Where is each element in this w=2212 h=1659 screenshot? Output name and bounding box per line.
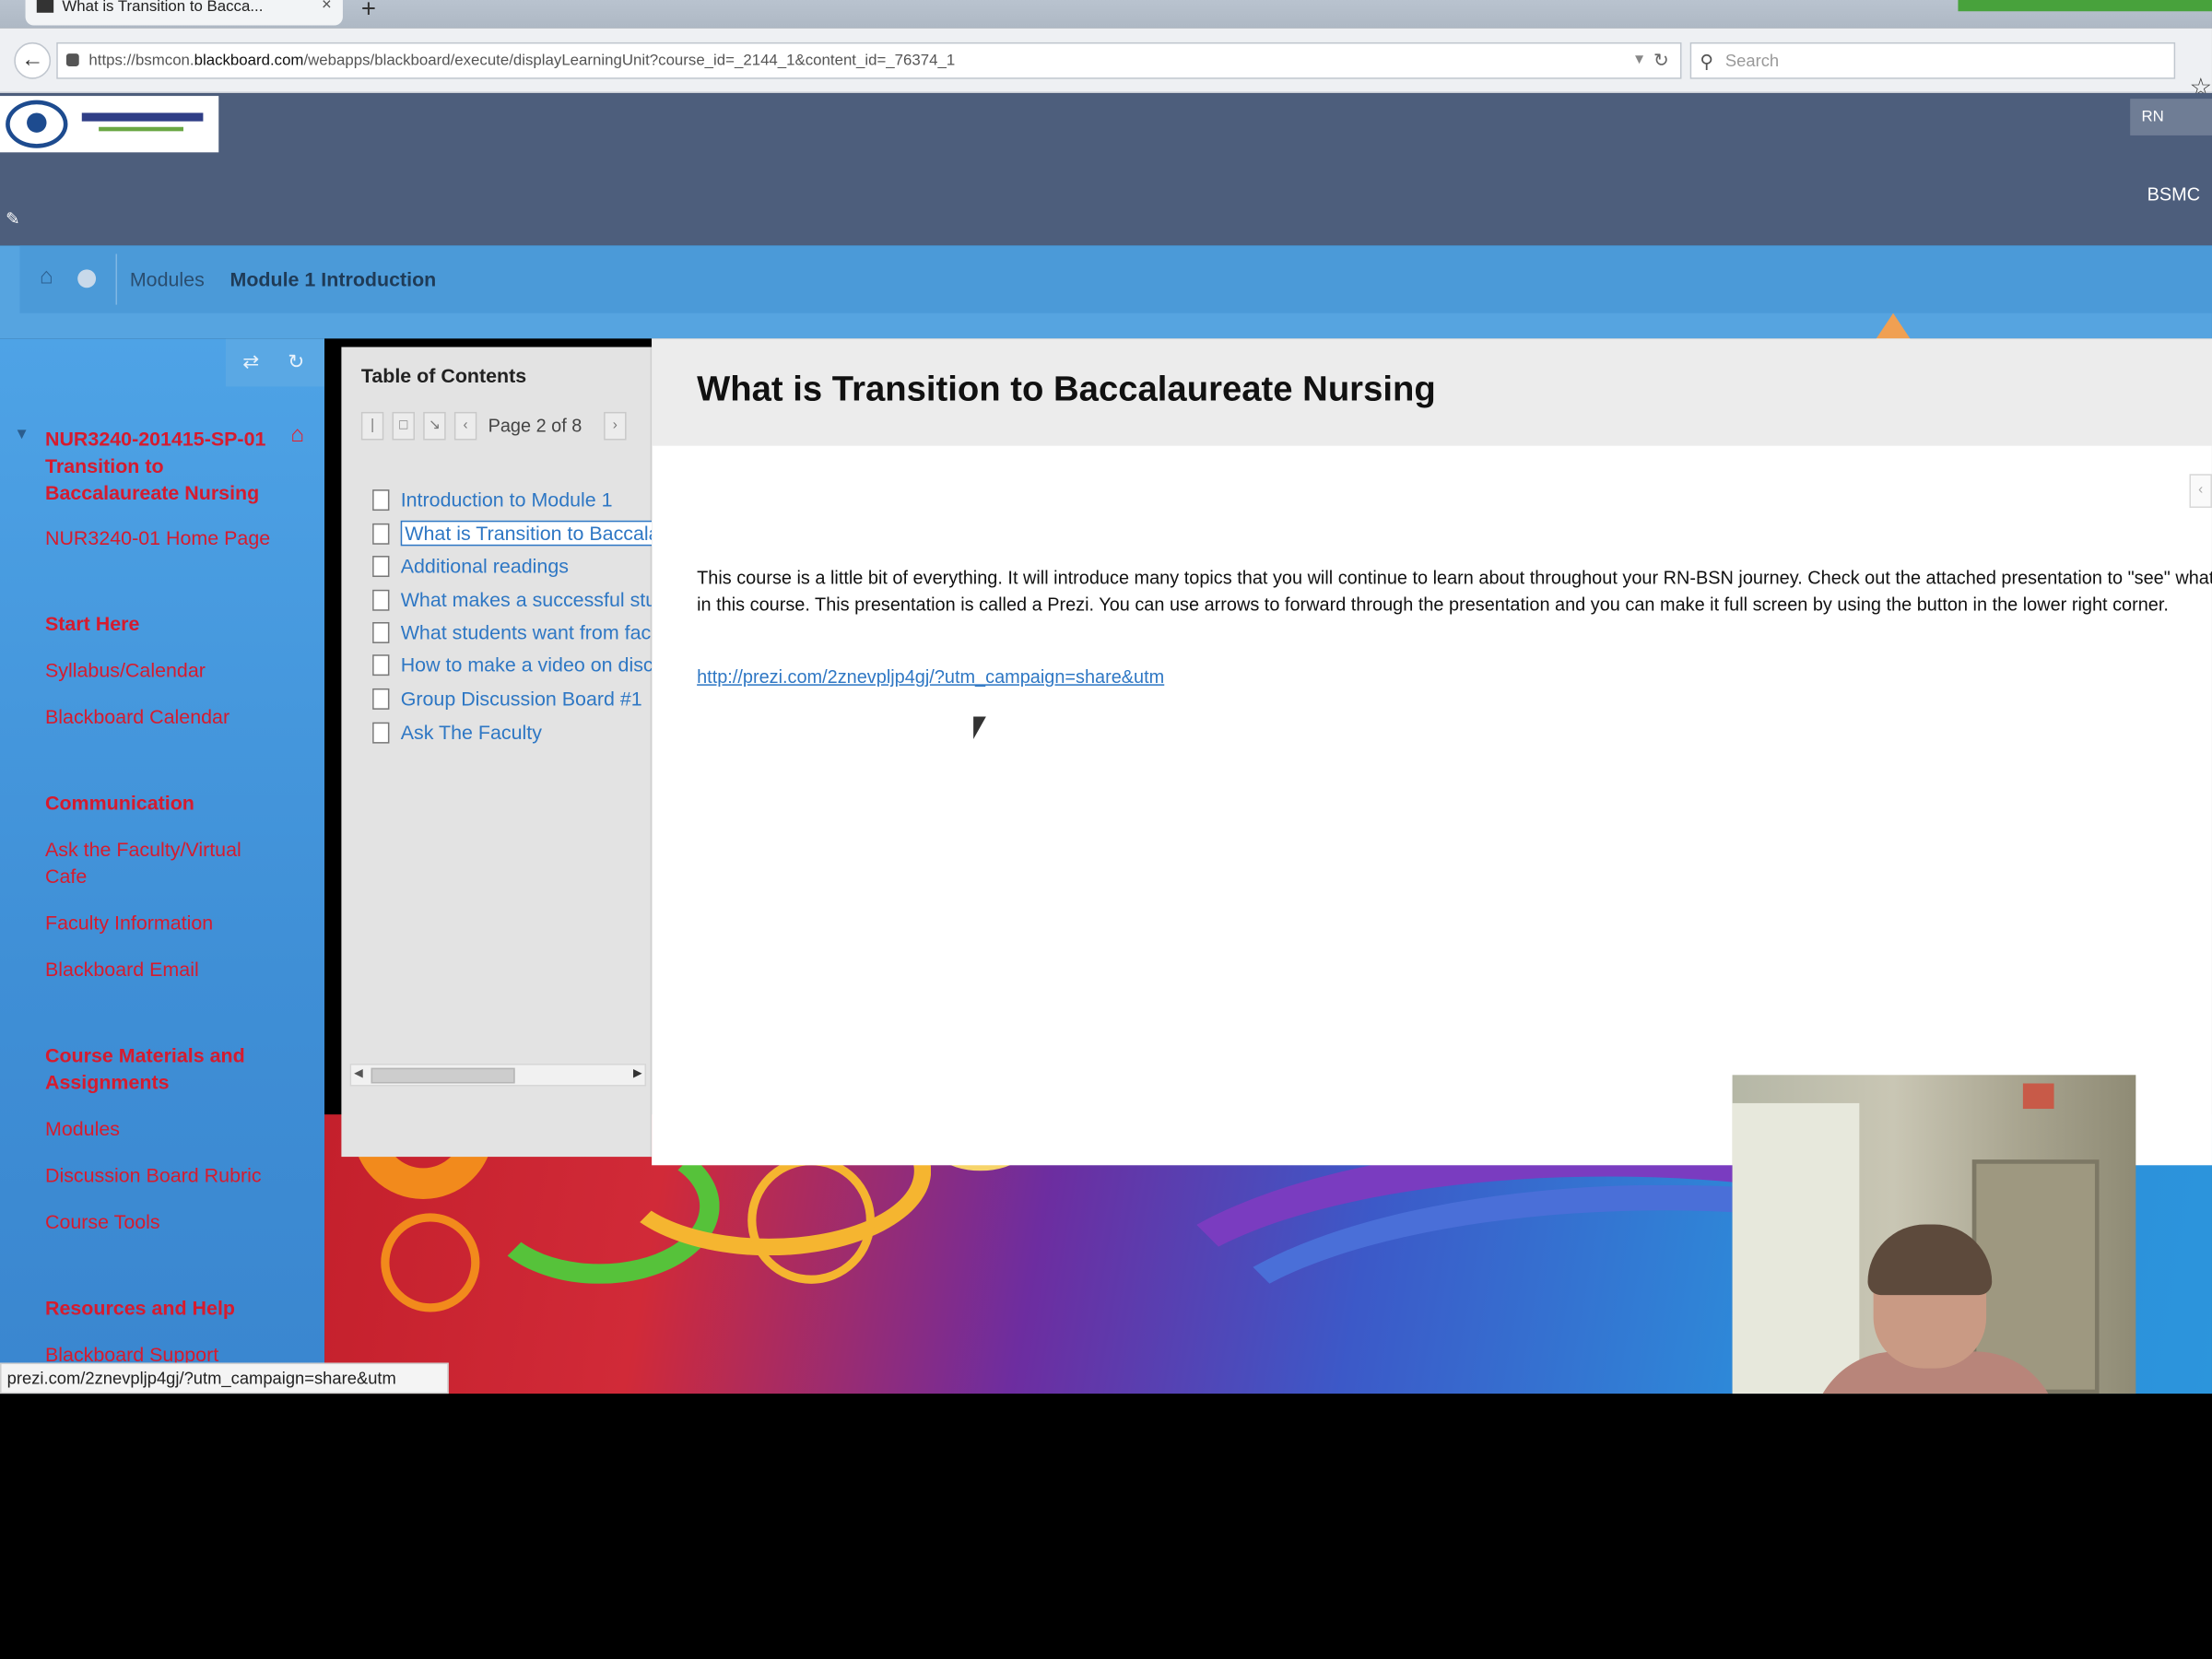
table-of-contents: Table of Contents | □ ↘ ‹ Page 2 of 8 › …	[341, 347, 653, 1158]
toc-item[interactable]: What students want from faculty	[372, 618, 652, 646]
url-path: /webapps/blackboard/execute/displayLearn…	[303, 52, 956, 69]
sidebar-item-syllabus[interactable]: Syllabus/Calendar	[45, 657, 278, 684]
refresh-icon[interactable]: ↻	[288, 350, 304, 374]
course-menu: ⇄ ↻ ▼ NUR3240-201415-SP-01 Transition to…	[0, 338, 325, 1394]
page-indicator: Page 2 of 8	[488, 414, 582, 436]
document-icon	[372, 654, 390, 677]
next-page-icon[interactable]: ›	[604, 411, 627, 441]
document-icon	[372, 489, 390, 512]
sidebar-item-modules[interactable]: Modules	[45, 1116, 278, 1143]
toc-item-current[interactable]: What is Transition to Baccalaureate Nurs…	[372, 519, 653, 547]
back-button[interactable]: ←	[14, 41, 52, 79]
breadcrumb-current: Module 1 Introduction	[229, 267, 437, 291]
sidebar-heading-course-materials[interactable]: Course Materials and Assignments	[45, 1042, 278, 1096]
document-icon	[372, 523, 390, 545]
browser-nav-bar: ← https://bsmcon.blackboard.com/webapps/…	[0, 28, 2212, 101]
blackboard-favicon-icon	[36, 0, 54, 13]
collapse-course-icon[interactable]: ▼	[14, 426, 29, 442]
previous-page-icon[interactable]: ‹	[453, 411, 477, 441]
scrollbar-thumb[interactable]	[371, 1067, 515, 1084]
letterbox-bar	[0, 1394, 2212, 1659]
url-domain: blackboard.com	[194, 52, 304, 69]
decorative-arrow	[1876, 312, 1911, 339]
document-icon	[372, 589, 390, 611]
sidebar-item-ask-faculty[interactable]: Ask the Faculty/Virtual Cafe	[45, 837, 278, 890]
browser-tab-title: What is Transition to Bacca...	[62, 0, 264, 16]
toc-horizontal-scrollbar[interactable]: ◀ ▶	[349, 1064, 647, 1087]
status-bar: prezi.com/2znevpljp4gj/?utm_campaign=sha…	[0, 1362, 449, 1394]
edit-mode-icon[interactable]: ✎	[6, 209, 19, 229]
course-menu-tools: ⇄ ↻	[225, 338, 325, 387]
sidebar-item-faculty-info[interactable]: Faculty Information	[45, 910, 278, 936]
sidebar-item-calendar[interactable]: Blackboard Calendar	[45, 704, 278, 731]
sidebar-heading-resources[interactable]: Resources and Help	[45, 1295, 278, 1322]
address-bar[interactable]: https://bsmcon.blackboard.com/webapps/bl…	[56, 41, 1682, 79]
content-body-text: This course is a little bit of everythin…	[697, 567, 2212, 616]
first-page-icon[interactable]: |	[360, 411, 384, 441]
reload-icon[interactable]: ↻	[1653, 43, 1669, 77]
display-options-icon[interactable]: ⇄	[242, 350, 259, 374]
content-header: What is Transition to Baccalaureate Nurs…	[652, 338, 2212, 446]
browser-tab[interactable]: What is Transition to Bacca... ×	[25, 0, 343, 26]
toc-toggle-icon[interactable]: □	[392, 411, 415, 441]
sidebar-item-email[interactable]: Blackboard Email	[45, 957, 278, 983]
collapse-panel-icon[interactable]: ‹	[2189, 474, 2212, 509]
header-tab[interactable]: RN	[2130, 99, 2212, 135]
menu-toggle-icon[interactable]	[77, 269, 97, 288]
sidebar-heading-communication[interactable]: Communication	[45, 790, 278, 817]
breadcrumb-modules[interactable]: Modules	[130, 268, 205, 290]
prezi-link[interactable]: http://prezi.com/2znevpljp4gj/?utm_campa…	[697, 665, 1164, 687]
toc-title: Table of Contents	[360, 363, 527, 387]
breadcrumb-bar: ⌂ Modules Module 1 Introduction	[0, 245, 2212, 339]
search-icon: ⚲	[1700, 51, 1713, 73]
sidebar-item-rubric[interactable]: Discussion Board Rubric	[45, 1162, 278, 1189]
home-icon[interactable]: ⌂	[40, 265, 53, 291]
url-dropdown-icon[interactable]: ▼	[1632, 43, 1646, 77]
course-home-icon[interactable]: ⌂	[290, 423, 304, 449]
close-tab-icon[interactable]: ×	[322, 0, 332, 13]
browser-tab-bar: What is Transition to Bacca... × +	[0, 0, 2212, 29]
toc-item[interactable]: Group Discussion Board #1	[372, 684, 652, 712]
new-tab-button[interactable]: +	[361, 0, 376, 24]
toc-expand-icon[interactable]: ↘	[423, 411, 446, 441]
institution-logo[interactable]	[0, 96, 219, 153]
document-icon	[372, 722, 390, 744]
screen: What is Transition to Bacca... × + ← htt…	[0, 0, 2212, 1659]
sidebar-item-course-tools[interactable]: Course Tools	[45, 1209, 278, 1236]
toc-item[interactable]: Ask The Faculty	[372, 718, 652, 747]
recording-indicator	[1958, 0, 2212, 12]
document-icon	[372, 688, 390, 710]
document-icon	[372, 621, 390, 643]
toc-item[interactable]: What makes a successful student	[372, 585, 652, 614]
toc-pager: | □ ↘ ‹ Page 2 of 8 ›	[360, 411, 643, 443]
content-area: What is Transition to Baccalaureate Nurs…	[652, 338, 2212, 1166]
search-input[interactable]: ⚲ Search	[1689, 41, 2176, 79]
page-title: What is Transition to Baccalaureate Nurs…	[697, 370, 1436, 409]
toc-item[interactable]: Additional readings	[372, 551, 652, 580]
document-icon	[372, 556, 390, 578]
sidebar-heading-start-here[interactable]: Start Here	[45, 611, 278, 638]
webcam-overlay	[1732, 1075, 2136, 1394]
scroll-left-icon[interactable]: ◀	[354, 1066, 362, 1079]
course-title[interactable]: NUR3240-201415-SP-01 Transition to Bacca…	[45, 426, 278, 506]
scroll-right-icon[interactable]: ▶	[633, 1066, 641, 1079]
toc-item[interactable]: Introduction to Module 1	[372, 486, 652, 514]
toc-item[interactable]: How to make a video on discussion board	[372, 651, 652, 679]
lock-icon	[65, 53, 79, 66]
header-tab-label: RN	[2141, 108, 2164, 126]
seal-icon	[6, 100, 68, 148]
site-header: RN BSMC ✎	[0, 93, 2212, 246]
org-label: BSMC	[2147, 182, 2201, 205]
sidebar-item-home-page[interactable]: NUR3240-01 Home Page	[45, 524, 278, 551]
url-prefix: https://bsmcon.	[88, 52, 194, 69]
search-placeholder: Search	[1724, 51, 1780, 71]
exit-sign	[2022, 1083, 2054, 1110]
mouse-cursor-icon	[973, 716, 986, 740]
